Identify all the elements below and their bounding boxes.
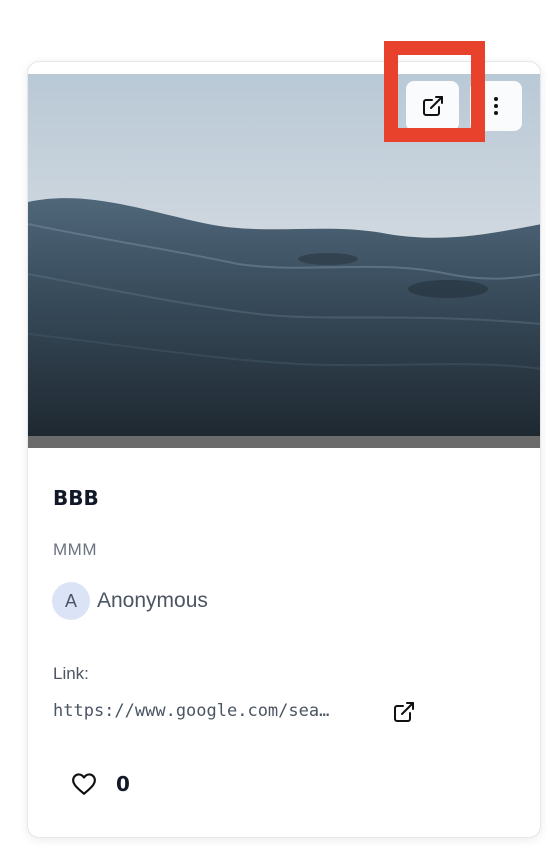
card-subtitle: MMM [53,540,97,559]
link-url[interactable]: https://www.google.com/sea… [53,701,371,721]
external-link-icon [394,702,414,722]
content-card [27,61,541,838]
author-name: Anonymous [97,589,208,612]
heart-outline-icon [72,773,96,795]
like-button[interactable] [70,771,98,797]
avatar-initial: A [64,590,77,611]
image-bottom-bar [28,436,540,448]
vertical-dots-icon [494,97,498,115]
link-label: Link: [53,664,89,683]
card-title: BBB [53,486,99,510]
highlight-box [384,41,485,142]
avatar: A [52,582,90,620]
link-open-button[interactable] [390,698,418,726]
like-count: 0 [116,772,130,796]
